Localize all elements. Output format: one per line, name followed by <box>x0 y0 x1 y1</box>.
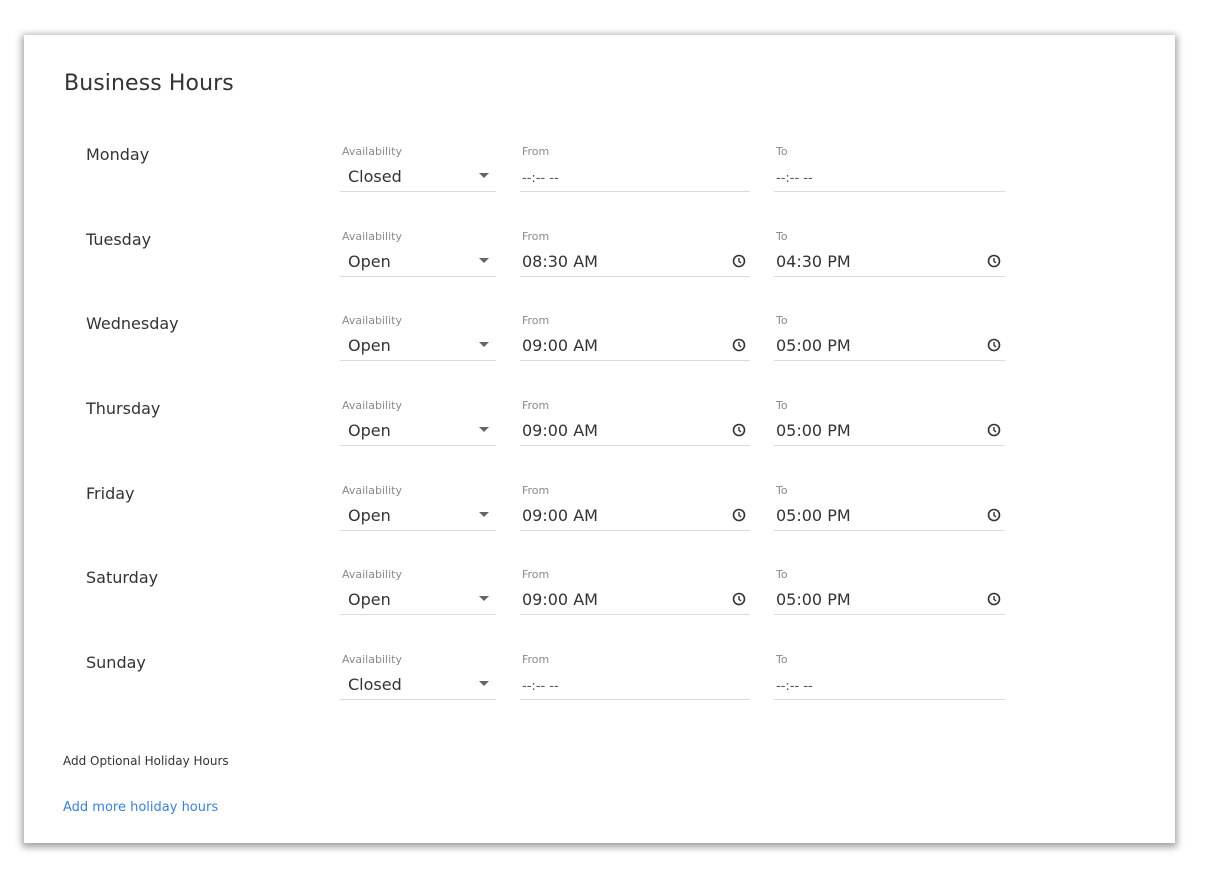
to-time-value: --:-- -- <box>776 171 813 186</box>
field-label: Availability <box>342 653 402 666</box>
field-label: Availability <box>342 145 402 158</box>
business-hours-card: Business Hours Monday Availability Close… <box>24 35 1175 843</box>
to-time-input[interactable]: To 05:00 PM <box>774 484 1005 531</box>
clock-icon[interactable] <box>987 338 1001 352</box>
field-label: To <box>776 568 788 581</box>
to-time-value: 05:00 PM <box>776 506 851 525</box>
clock-icon[interactable] <box>732 592 746 606</box>
availability-value: Open <box>348 506 391 525</box>
field-label: From <box>522 484 550 497</box>
to-time-input[interactable]: To 04:30 PM <box>774 230 1005 277</box>
from-time-value: --:-- -- <box>522 171 559 186</box>
from-time-input[interactable]: From 09:00 AM <box>520 399 750 446</box>
clock-icon[interactable] <box>987 592 1001 606</box>
field-label: Availability <box>342 230 402 243</box>
clock-icon[interactable] <box>987 254 1001 268</box>
from-time-input[interactable]: From 08:30 AM <box>520 230 750 277</box>
from-time-value: 09:00 AM <box>522 590 598 609</box>
to-time-input[interactable]: To 05:00 PM <box>774 399 1005 446</box>
clock-icon[interactable] <box>987 508 1001 522</box>
chevron-down-icon[interactable] <box>479 173 489 178</box>
chevron-down-icon[interactable] <box>479 427 489 432</box>
to-time-value: 04:30 PM <box>776 252 851 271</box>
availability-select[interactable]: Availability Open <box>340 314 496 361</box>
from-time-input[interactable]: From 09:00 AM <box>520 484 750 531</box>
chevron-down-icon[interactable] <box>479 681 489 686</box>
from-time-input[interactable]: From 09:00 AM <box>520 568 750 615</box>
clock-icon[interactable] <box>732 254 746 268</box>
field-label: Availability <box>342 399 402 412</box>
availability-select[interactable]: Availability Open <box>340 484 496 531</box>
holiday-hours-heading: Add Optional Holiday Hours <box>63 754 229 768</box>
availability-value: Open <box>348 590 391 609</box>
day-row-sunday: Sunday Availability Closed From --:-- --… <box>24 35 1175 700</box>
availability-select[interactable]: Availability Closed <box>340 653 496 700</box>
availability-value: Open <box>348 336 391 355</box>
from-time-input[interactable]: From --:-- -- <box>520 653 750 700</box>
clock-icon[interactable] <box>732 423 746 437</box>
to-time-input[interactable]: To --:-- -- <box>774 653 1005 700</box>
from-time-input[interactable]: From 09:00 AM <box>520 314 750 361</box>
to-time-value: 05:00 PM <box>776 590 851 609</box>
field-label: From <box>522 399 550 412</box>
availability-select[interactable]: Availability Open <box>340 399 496 446</box>
to-time-value: --:-- -- <box>776 679 813 694</box>
availability-value: Open <box>348 252 391 271</box>
field-label: From <box>522 314 550 327</box>
field-label: To <box>776 653 788 666</box>
field-label: From <box>522 653 550 666</box>
availability-select[interactable]: Availability Open <box>340 230 496 277</box>
field-label: From <box>522 145 550 158</box>
from-time-value: 09:00 AM <box>522 421 598 440</box>
day-label: Tuesday <box>86 230 152 249</box>
availability-select[interactable]: Availability Open <box>340 568 496 615</box>
availability-value: Closed <box>348 167 402 186</box>
clock-icon[interactable] <box>732 508 746 522</box>
availability-value: Closed <box>348 675 402 694</box>
field-label: To <box>776 484 788 497</box>
to-time-input[interactable]: To 05:00 PM <box>774 314 1005 361</box>
day-label: Sunday <box>86 653 146 672</box>
from-time-value: --:-- -- <box>522 679 559 694</box>
clock-icon[interactable] <box>987 423 1001 437</box>
chevron-down-icon[interactable] <box>479 258 489 263</box>
day-label: Friday <box>86 484 135 503</box>
chevron-down-icon[interactable] <box>479 342 489 347</box>
field-label: To <box>776 314 788 327</box>
field-label: To <box>776 145 788 158</box>
day-label: Monday <box>86 145 150 164</box>
field-label: To <box>776 230 788 243</box>
field-label: Availability <box>342 314 402 327</box>
day-label: Wednesday <box>86 314 179 333</box>
field-label: From <box>522 230 550 243</box>
availability-value: Open <box>348 421 391 440</box>
field-label: Availability <box>342 568 402 581</box>
availability-select[interactable]: Availability Closed <box>340 145 496 192</box>
to-time-value: 05:00 PM <box>776 336 851 355</box>
clock-icon[interactable] <box>732 338 746 352</box>
field-label: From <box>522 568 550 581</box>
day-label: Thursday <box>86 399 161 418</box>
to-time-input[interactable]: To --:-- -- <box>774 145 1005 192</box>
from-time-input[interactable]: From --:-- -- <box>520 145 750 192</box>
to-time-value: 05:00 PM <box>776 421 851 440</box>
day-label: Saturday <box>86 568 159 587</box>
chevron-down-icon[interactable] <box>479 512 489 517</box>
to-time-input[interactable]: To 05:00 PM <box>774 568 1005 615</box>
from-time-value: 09:00 AM <box>522 336 598 355</box>
add-holiday-hours-link[interactable]: Add more holiday hours <box>63 800 218 815</box>
field-label: Availability <box>342 484 402 497</box>
from-time-value: 08:30 AM <box>522 252 598 271</box>
field-label: To <box>776 399 788 412</box>
from-time-value: 09:00 AM <box>522 506 598 525</box>
chevron-down-icon[interactable] <box>479 596 489 601</box>
